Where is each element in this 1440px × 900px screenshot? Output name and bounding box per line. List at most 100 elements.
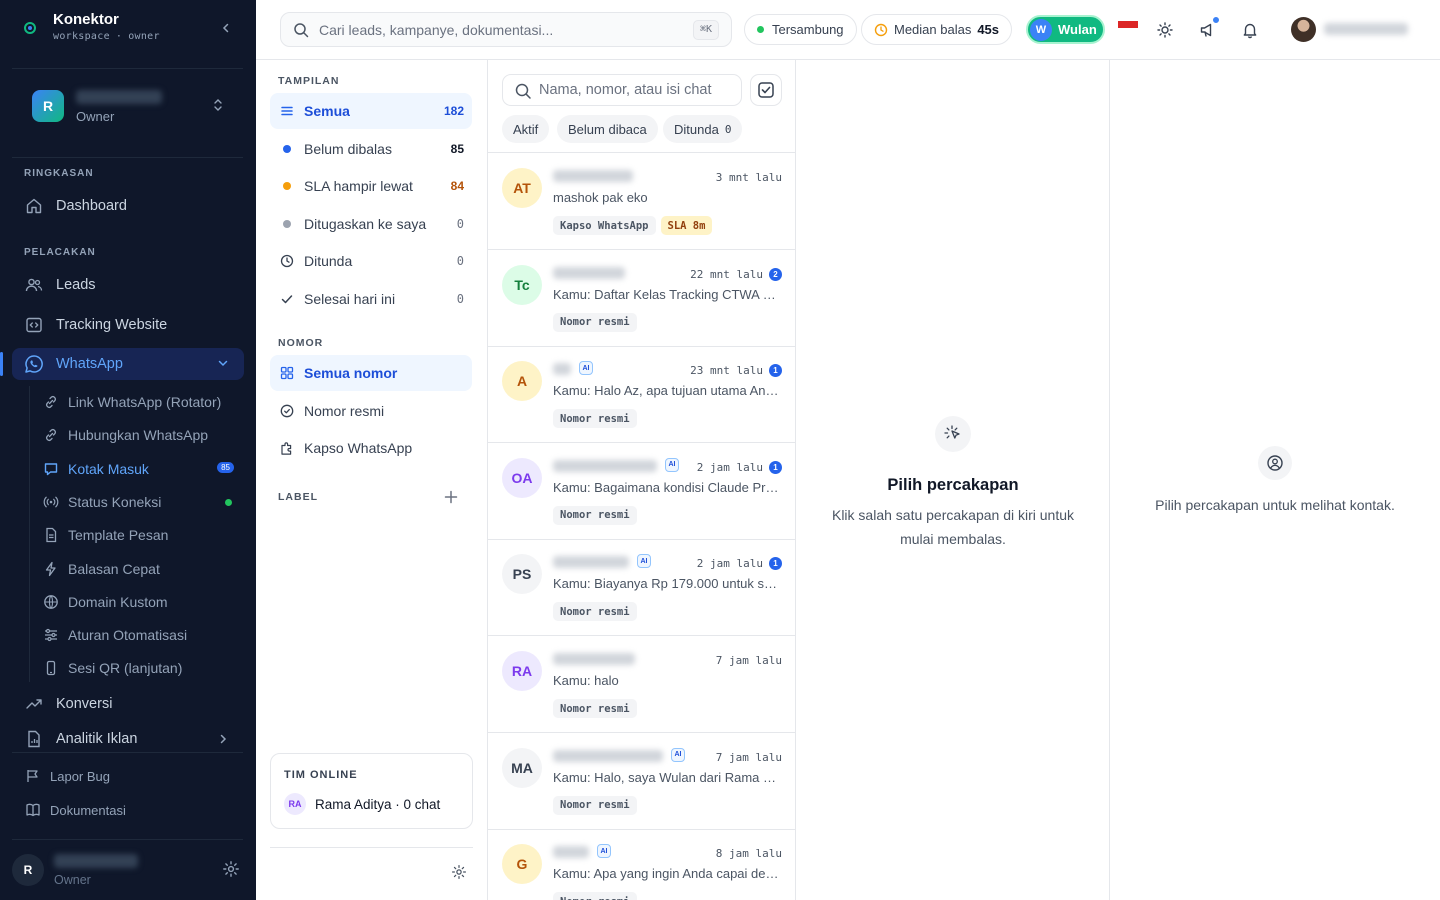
submenu-item[interactable]: Domain Kustom (34, 588, 242, 616)
conversation-item[interactable]: Tc 22 mnt lalu 2 Kamu: Daftar Kelas Trackin… (488, 250, 795, 347)
message-preview: mashok pak eko (553, 190, 648, 205)
submenu-item[interactable]: Template Pesan (34, 521, 242, 549)
number-filter-item[interactable]: Kapso WhatsApp (270, 430, 472, 466)
conversation-item[interactable]: PS AI 2 jam lalu 1 Kamu: Biayanya Rp 179.000… (488, 539, 795, 637)
link-icon (42, 393, 60, 411)
nav-label: Leads (56, 277, 96, 293)
user-name-redacted (54, 854, 138, 868)
view-filter-label: Semua (304, 103, 350, 119)
number-tag: Kapso WhatsApp (553, 216, 656, 235)
nav-konversi[interactable]: Konversi (12, 688, 244, 720)
profile-avatar[interactable] (1291, 17, 1316, 42)
submenu-item[interactable]: Link WhatsApp (Rotator) (34, 388, 242, 416)
nav-analitik-iklan[interactable]: Analitik Iklan (12, 727, 244, 751)
view-filter-label: Selesai hari ini (304, 291, 396, 307)
report-bug-link[interactable]: Lapor Bug (12, 762, 244, 790)
check-icon (280, 292, 294, 306)
conversation-search-input[interactable] (539, 80, 735, 100)
collapse-sidebar-button[interactable] (216, 18, 236, 38)
user-menu[interactable]: R Owner (12, 852, 244, 888)
unread-badge: 1 (769, 364, 782, 378)
unread-badge: 2 (769, 267, 782, 281)
connection-status-dot (225, 498, 232, 506)
view-filter-label: Ditunda (304, 253, 353, 270)
submenu-item[interactable]: Aturan Otomatisasi (34, 621, 242, 649)
workspace-switcher[interactable]: R Owner (20, 80, 236, 132)
global-search-input[interactable] (319, 19, 679, 41)
team-member[interactable]: RA Rama Aditya · 0 chat (284, 793, 440, 815)
conversation-item[interactable]: MA AI 7 jam lalu Kamu: Halo, saya Wulan dar… (488, 733, 795, 830)
conversation-search[interactable] (502, 74, 742, 106)
contact-avatar: RA (502, 651, 542, 691)
select-mode-button[interactable] (750, 74, 782, 106)
profile-name-redacted (1324, 23, 1408, 35)
team-online-card: TIM ONLINE RA Rama Aditya · 0 chat (270, 753, 473, 829)
add-label-plus-icon[interactable] (444, 490, 458, 504)
submenu-item[interactable]: Sesi QR (lanjutan) (34, 654, 242, 682)
number-filter-label: Nomor resmi (304, 402, 385, 419)
number-filter-item[interactable]: Nomor resmi (270, 393, 472, 429)
conversation-item[interactable]: OA AI 2 jam lalu 1 Kamu: Bagaimana kondisi C… (488, 443, 795, 540)
bell-icon[interactable] (1238, 18, 1262, 42)
phone-icon (42, 659, 60, 677)
number-filter-item[interactable]: Semua nomor (270, 355, 472, 391)
number-tag: Nomor resmi (553, 699, 637, 718)
conversation-time: 22 mnt lalu (690, 267, 763, 281)
agent-switch[interactable]: W Wulan (1026, 15, 1105, 44)
inbox-settings-gear-icon[interactable] (451, 864, 467, 880)
indonesia-flag-icon[interactable] (1118, 21, 1138, 35)
search-icon (293, 22, 309, 38)
number-tag: Nomor resmi (553, 602, 637, 622)
global-search[interactable]: ⌘K (280, 12, 732, 47)
chip-label: Aktif (513, 121, 539, 137)
nav-whatsapp[interactable]: WhatsApp (0, 348, 244, 380)
view-filter-item[interactable]: Selesai hari ini 0 (270, 281, 472, 317)
number-filter-label: Semua nomor (304, 365, 398, 381)
code-window-icon (24, 315, 44, 335)
submenu-label: Balasan Cepat (68, 560, 160, 577)
conversation-item[interactable]: A AI 23 mnt lalu 1 Kamu: Halo Az, apa tujuan… (488, 346, 795, 444)
file-chart-icon (24, 729, 44, 749)
view-filter-item[interactable]: SLA hampir lewat 84 (270, 168, 472, 204)
number-tag: Nomor resmi (553, 795, 637, 815)
conversation-item[interactable]: RA 7 jam lalu Kamu: halo Nomor resmi (488, 636, 795, 733)
megaphone-icon[interactable] (1196, 16, 1220, 42)
dot-amber-icon (280, 179, 294, 193)
sun-icon[interactable] (1153, 18, 1177, 42)
nav-dashboard[interactable]: Dashboard (12, 190, 244, 222)
active-indicator (0, 352, 3, 376)
chip-aktif[interactable]: Aktif (502, 115, 550, 143)
view-filter-item[interactable]: Ditunda 0 (270, 243, 472, 279)
checkbox-square-icon (757, 81, 775, 99)
view-filter-count: 84 (450, 179, 464, 194)
clock-icon (874, 23, 888, 37)
view-filter-item[interactable]: Belum dibalas 85 (270, 131, 472, 167)
contact-avatar: PS (502, 554, 542, 595)
nav-leads[interactable]: Leads (12, 269, 244, 301)
divider (12, 839, 243, 840)
submenu-item[interactable]: Balasan Cepat (34, 555, 242, 583)
signal-icon (42, 493, 60, 511)
conversation-item[interactable]: G AI 8 jam lalu Kamu: Apa yang ingin Anda c… (488, 829, 795, 900)
submenu-item[interactable]: Kotak Masuk 85 (34, 455, 242, 483)
chip-belum-dibaca[interactable]: Belum dibaca (557, 115, 658, 143)
app-subtitle-role: owner (128, 31, 160, 42)
settings-gear-icon[interactable] (222, 860, 240, 878)
documentation-link[interactable]: Dokumentasi (12, 796, 244, 824)
submenu-item[interactable]: Status Koneksi (34, 488, 242, 516)
conversation-item[interactable]: AT 3 mnt lalu mashok pak eko Kapso WhatsApp… (488, 153, 795, 250)
agent-initial: W (1030, 18, 1052, 41)
conversation-tags: Nomor resmi (553, 892, 642, 900)
divider (12, 157, 243, 158)
chip-ditunda[interactable]: Ditunda 0 (663, 115, 743, 143)
bug-icon (24, 767, 42, 785)
nav-tracking-website[interactable]: Tracking Website (12, 309, 244, 341)
unread-count-badge: 85 (217, 461, 234, 473)
brand: Konektor workspace · owner (20, 8, 242, 48)
median-reply-label: Median balas (894, 22, 972, 37)
section-summary: RINGKASAN (24, 168, 94, 179)
view-filter-item[interactable]: Ditugaskan ke saya 0 (270, 206, 472, 242)
view-filter-item[interactable]: Semua 182 (270, 93, 472, 129)
submenu-item[interactable]: Hubungkan WhatsApp (34, 421, 242, 449)
connection-status: Tersambung (772, 22, 844, 37)
